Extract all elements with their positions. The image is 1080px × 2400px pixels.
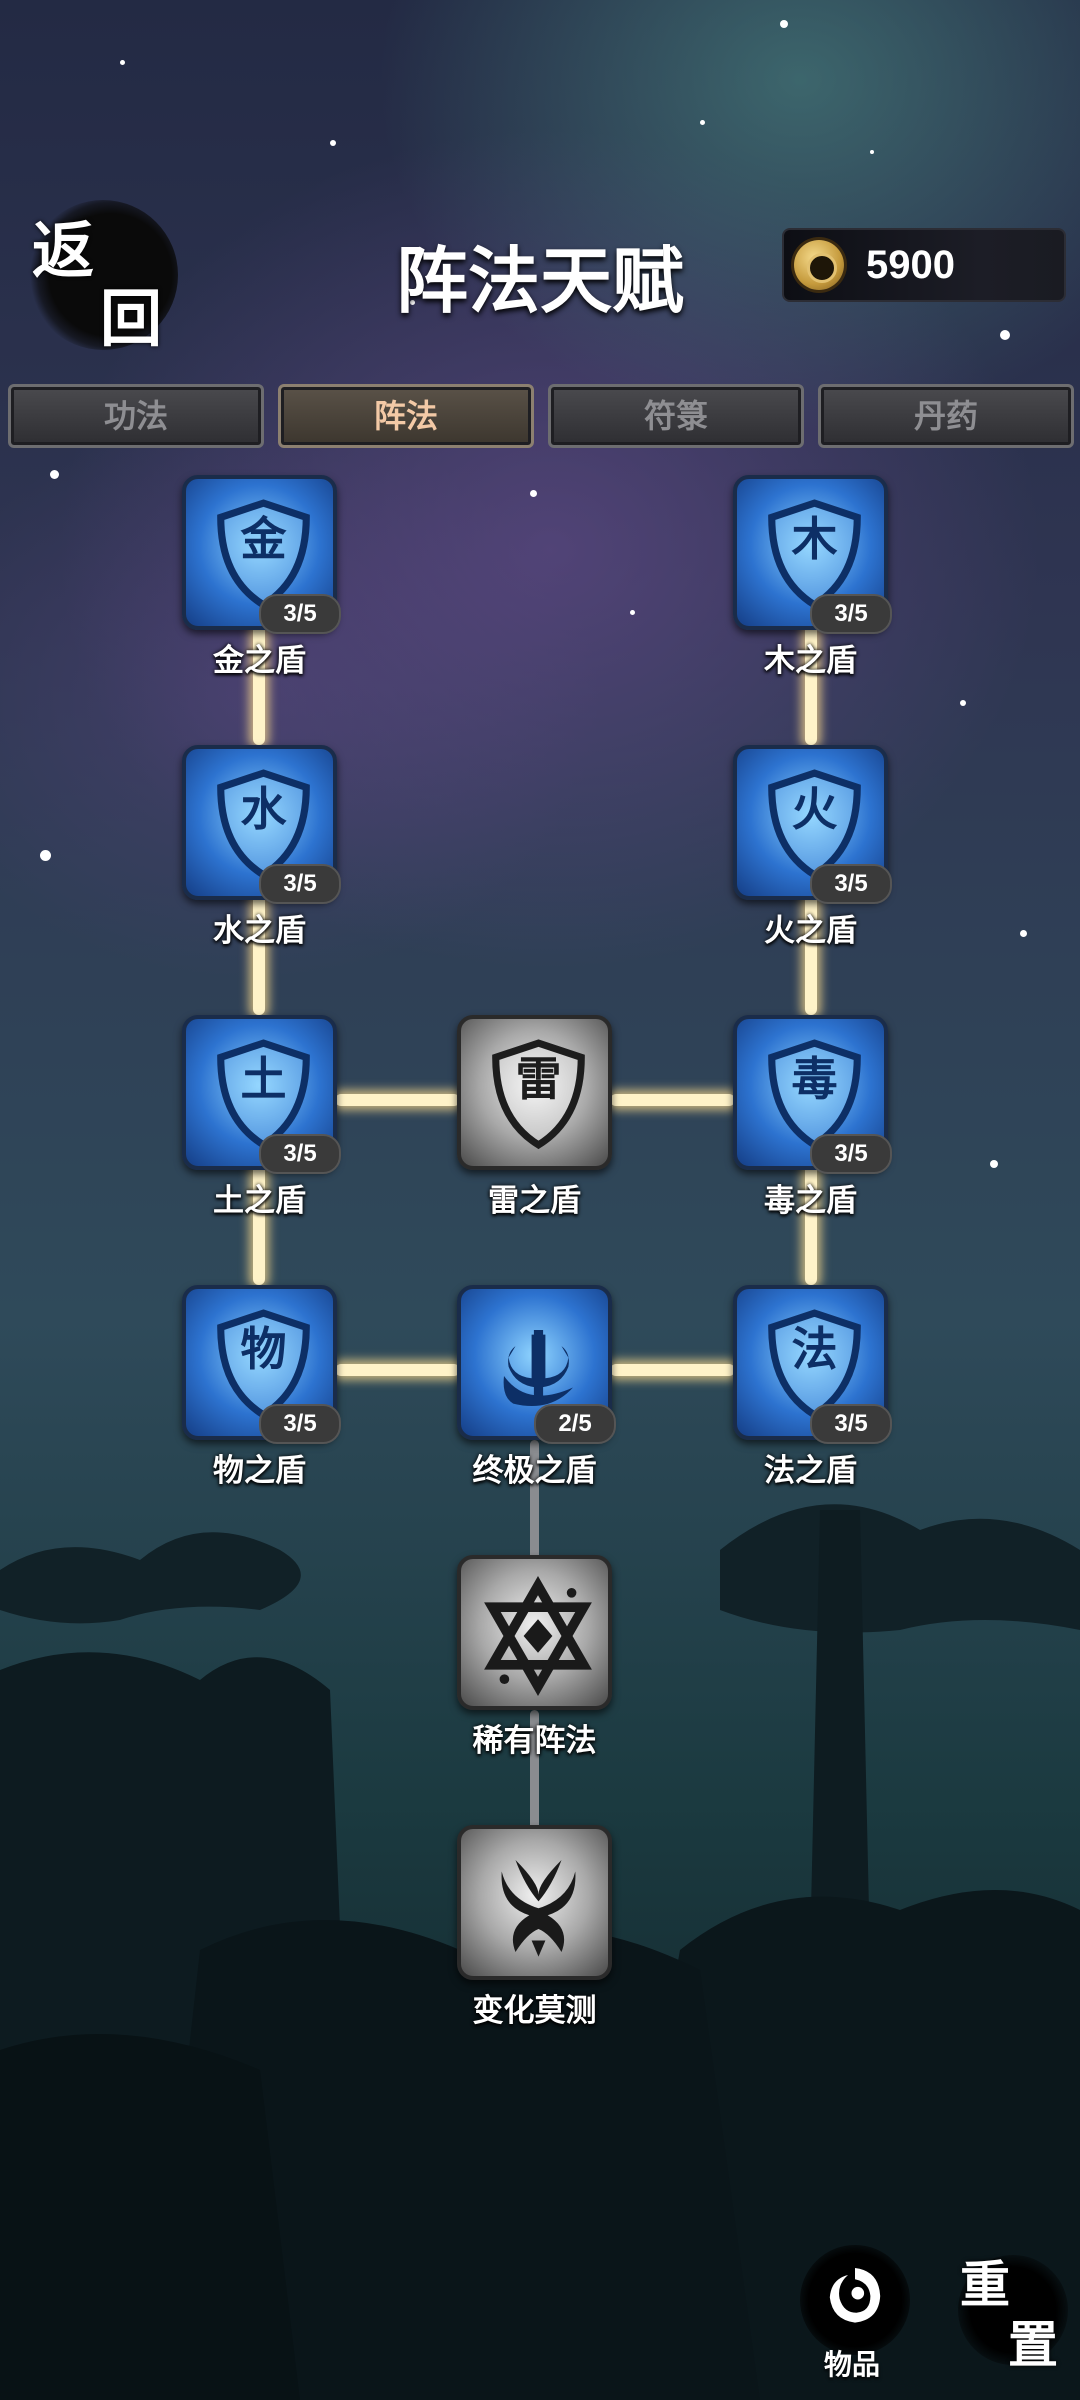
reset-char-1: 重 — [960, 2255, 1010, 2314]
node-glyph: 水 — [240, 782, 287, 836]
level-badge: 3/5 — [810, 1134, 892, 1174]
rune-icon — [501, 1860, 576, 1957]
node-label: 法之盾 — [764, 1453, 857, 1489]
node-glyph: 毒 — [791, 1052, 838, 1106]
star — [630, 610, 635, 615]
node-glyph: 土 — [240, 1052, 287, 1106]
star — [120, 60, 125, 65]
tab-danyao[interactable]: 丹药 — [818, 384, 1074, 448]
node-label: 毒之盾 — [764, 1183, 857, 1219]
talent-fa-shield[interactable]: 法 3/5 法之盾 — [733, 1285, 892, 1489]
items-label: 物品 — [823, 2348, 880, 2381]
level-badge: 3/5 — [810, 594, 892, 634]
node-glyph: 木 — [791, 512, 838, 566]
tab-fulu[interactable]: 符箓 — [548, 384, 804, 448]
link-tu-lei — [335, 1094, 460, 1106]
level-badge: 3/5 — [259, 864, 341, 904]
talent-wu-shield[interactable]: 物 3/5 物之盾 — [182, 1285, 341, 1489]
node-frame: 雷 — [457, 1015, 612, 1170]
node-label: 终极之盾 — [472, 1453, 597, 1489]
star — [1020, 930, 1027, 937]
star — [700, 120, 705, 125]
level-badge: 2/5 — [534, 1404, 616, 1444]
currency-display: 5900 — [782, 228, 1066, 302]
node-frame — [457, 1555, 612, 1710]
level-badge: 3/5 — [259, 1404, 341, 1444]
talent-xiyou-zhenfa[interactable]: 稀有阵法 — [457, 1555, 612, 1759]
talent-huo-shield[interactable]: 火 3/5 火之盾 — [733, 745, 892, 949]
talent-mu-shield[interactable]: 木 3/5 木之盾 — [733, 475, 892, 679]
star — [530, 490, 537, 497]
node-label: 水之盾 — [213, 913, 306, 949]
link-wu-zhongji — [335, 1364, 460, 1376]
node-glyph: 雷 — [515, 1052, 562, 1106]
node-glyph: 火 — [791, 782, 838, 836]
items-disc — [800, 2245, 910, 2355]
reset-char-2: 置 — [1008, 2315, 1058, 2374]
tab-zhenfa[interactable]: 阵法 — [278, 384, 534, 448]
node-label: 火之盾 — [764, 913, 857, 949]
star — [330, 140, 336, 146]
node-label: 雷之盾 — [488, 1183, 581, 1219]
talent-lei-shield[interactable]: 雷 雷之盾 — [457, 1015, 612, 1219]
talent-shui-shield[interactable]: 水 3/5 水之盾 — [182, 745, 341, 949]
level-badge: 3/5 — [810, 1404, 892, 1444]
star — [40, 850, 51, 861]
node-label: 金之盾 — [213, 643, 306, 679]
star — [990, 1160, 998, 1168]
tab-gongfa[interactable]: 功法 — [8, 384, 264, 448]
level-badge: 3/5 — [810, 864, 892, 904]
link-lei-du — [610, 1094, 735, 1106]
node-frame — [457, 1825, 612, 1980]
node-label: 土之盾 — [213, 1183, 306, 1219]
node-label: 木之盾 — [764, 643, 857, 679]
items-button[interactable]: 物品 — [792, 2245, 912, 2381]
star — [870, 150, 874, 154]
link-zhongji-fa — [610, 1364, 735, 1376]
talent-screen: { "header": { "back_char_1": "返", "back_… — [0, 0, 1080, 2400]
star — [960, 700, 966, 706]
talent-zhongji-shield[interactable]: 2/5 终极之盾 — [457, 1285, 616, 1489]
node-label: 变化莫测 — [472, 1993, 597, 2029]
currency-value: 5900 — [866, 243, 955, 287]
reset-button[interactable]: 重 置 — [950, 2245, 1070, 2385]
dragon-icon — [829, 2268, 881, 2323]
node-label: 物之盾 — [213, 1453, 306, 1489]
star — [50, 470, 59, 479]
talent-tu-shield[interactable]: 土 3/5 土之盾 — [182, 1015, 341, 1219]
level-badge: 3/5 — [259, 594, 341, 634]
hexagram-icon — [484, 1576, 592, 1696]
talent-jin-shield[interactable]: 金 3/5 金之盾 — [182, 475, 341, 679]
star — [1000, 330, 1010, 340]
node-glyph: 法 — [791, 1322, 838, 1376]
star — [780, 20, 788, 28]
node-glyph: 金 — [240, 512, 287, 566]
node-glyph: 物 — [240, 1322, 287, 1376]
talent-bianhua-moce[interactable]: 变化莫测 — [457, 1825, 612, 2029]
talent-du-shield[interactable]: 毒 3/5 毒之盾 — [733, 1015, 892, 1219]
coin-icon — [794, 240, 844, 290]
level-badge: 3/5 — [259, 1134, 341, 1174]
node-label: 稀有阵法 — [472, 1723, 597, 1759]
